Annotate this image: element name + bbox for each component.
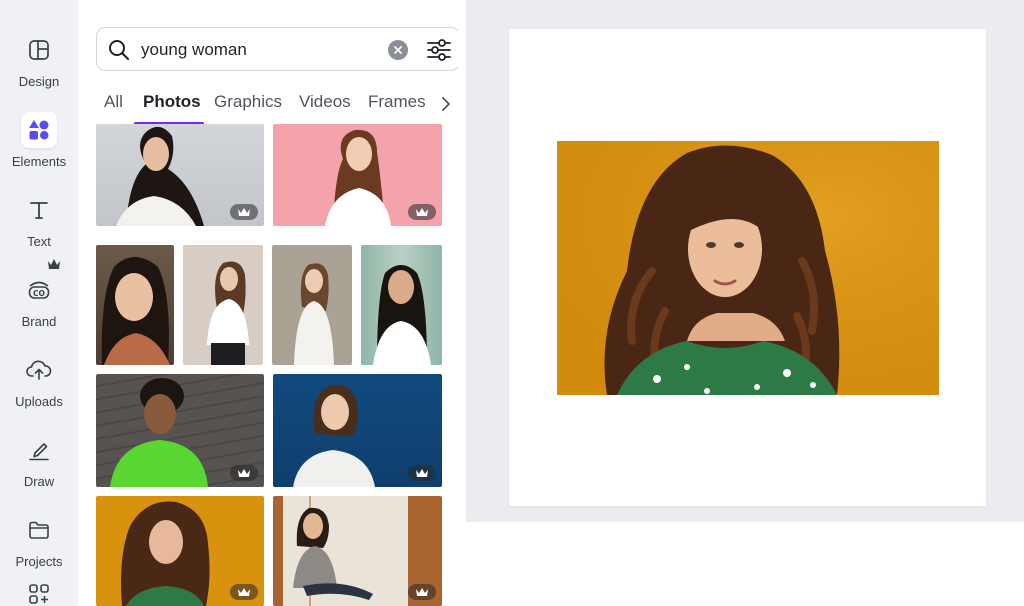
tab-videos[interactable]: Videos	[299, 92, 351, 112]
folder-icon	[21, 512, 57, 548]
placed-photo-image	[557, 141, 939, 395]
svg-text:CO: CO	[33, 289, 45, 298]
premium-crown-icon	[48, 259, 60, 269]
photo-result[interactable]	[273, 374, 442, 487]
photo-result[interactable]	[96, 245, 174, 365]
crown-icon	[238, 588, 250, 596]
photo-results-grid	[96, 124, 442, 606]
photo-result[interactable]	[183, 245, 263, 365]
tab-graphics[interactable]: Graphics	[214, 92, 282, 112]
brand-kit-icon: CO	[21, 272, 57, 308]
chevron-right-icon[interactable]	[436, 94, 456, 114]
rail-item-elements[interactable]: Elements	[0, 92, 78, 172]
rail-item-apps[interactable]	[0, 570, 78, 606]
photo-result[interactable]	[96, 374, 264, 487]
design-page[interactable]	[509, 29, 986, 506]
pen-icon	[21, 432, 57, 468]
rail-item-text[interactable]: Text	[0, 172, 78, 252]
premium-badge	[408, 465, 436, 481]
photo-thumbnail	[101, 257, 170, 365]
photo-result[interactable]	[96, 124, 264, 226]
rail-label-uploads: Uploads	[15, 394, 63, 409]
search-icon[interactable]	[107, 38, 131, 62]
rail-item-projects[interactable]: Projects	[0, 492, 78, 572]
layout-icon	[21, 32, 57, 68]
premium-badge	[230, 204, 258, 220]
cloud-upload-icon	[21, 352, 57, 388]
premium-badge	[408, 204, 436, 220]
canvas-placed-photo[interactable]	[557, 141, 939, 395]
photo-result[interactable]	[273, 124, 442, 226]
rail-item-draw[interactable]: Draw	[0, 412, 78, 492]
rail-label-brand: Brand	[21, 314, 57, 329]
crown-icon	[238, 469, 250, 477]
rail-label-projects: Projects	[15, 554, 63, 569]
rail-label-draw: Draw	[23, 474, 55, 489]
editor-workspace	[466, 0, 1024, 522]
crown-icon	[416, 469, 428, 477]
apps-icon	[21, 582, 57, 606]
tab-all[interactable]: All	[104, 92, 123, 112]
shapes-icon	[21, 112, 57, 148]
rail-label-elements: Elements	[11, 154, 67, 169]
photo-thumbnail	[373, 265, 431, 365]
premium-badge	[230, 465, 258, 481]
search-box	[96, 27, 458, 71]
tab-photos[interactable]: Photos	[143, 92, 201, 112]
photo-result[interactable]	[273, 496, 442, 606]
rail-item-uploads[interactable]: Uploads	[0, 332, 78, 412]
elements-panel: All Photos Graphics Videos Frames	[78, 10, 458, 606]
crown-icon	[416, 588, 428, 596]
photo-result[interactable]	[272, 245, 352, 365]
crown-icon	[238, 208, 250, 216]
rail-label-text: Text	[27, 234, 51, 249]
photo-thumbnail	[207, 261, 249, 365]
premium-badge	[230, 584, 258, 600]
side-navigation-rail: Design Elements Text CO Brand Uploads Dr…	[0, 0, 78, 606]
filter-sliders-icon[interactable]	[426, 38, 452, 62]
rail-item-brand[interactable]: CO Brand	[0, 252, 78, 332]
photo-result[interactable]	[96, 496, 264, 606]
clear-search-icon[interactable]	[388, 40, 408, 60]
text-icon	[21, 192, 57, 228]
premium-badge	[408, 584, 436, 600]
rail-item-design[interactable]: Design	[0, 12, 78, 92]
tab-frames[interactable]: Frames	[368, 92, 426, 112]
crown-icon	[416, 208, 428, 216]
search-input[interactable]	[141, 37, 381, 63]
rail-label-design: Design	[18, 74, 60, 89]
result-tabs: All Photos Graphics Videos Frames	[96, 88, 458, 128]
photo-thumbnail	[294, 263, 334, 365]
photo-result[interactable]	[361, 245, 442, 365]
